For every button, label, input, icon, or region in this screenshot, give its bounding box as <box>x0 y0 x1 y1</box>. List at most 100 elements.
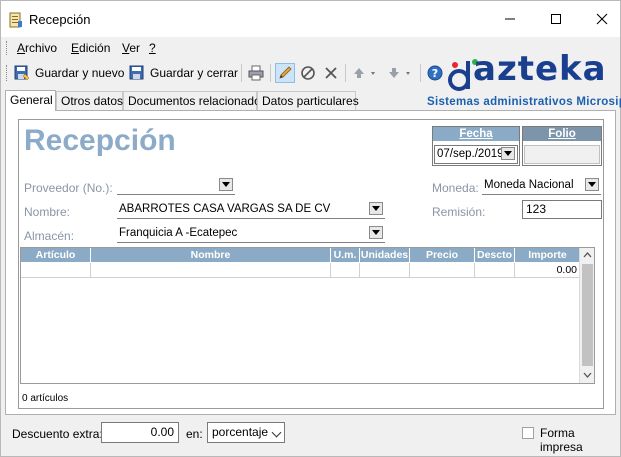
chevron-down-icon[interactable] <box>369 202 383 215</box>
arrow-up-icon <box>354 68 375 78</box>
help-icon: ? <box>427 65 443 81</box>
table-row[interactable]: 0.00 <box>21 263 582 278</box>
en-label: en: <box>186 427 203 441</box>
menu-ver[interactable]: Ver <box>122 41 140 55</box>
col-unidades[interactable]: Unidades <box>360 248 410 262</box>
fecha-box: Fecha 07/sep./2019 <box>432 126 520 166</box>
edit-button[interactable] <box>275 63 295 83</box>
menu-ayuda[interactable]: ? <box>149 41 156 55</box>
general-panel: Recepción Fecha 07/sep./2019 Folio Prove… <box>5 110 616 415</box>
cancel-button[interactable] <box>298 63 318 83</box>
toolbar-separator <box>270 64 271 82</box>
scroll-thumb[interactable] <box>582 264 593 366</box>
tab-otros-datos[interactable]: Otros datos <box>56 91 123 110</box>
move-down-button[interactable] <box>385 63 415 83</box>
menu-archivo[interactable]: Archivo <box>17 41 57 55</box>
chevron-down-icon[interactable] <box>501 147 515 160</box>
help-button[interactable]: ? <box>425 63 445 83</box>
descuento-label: Descuento extra: <box>12 427 103 441</box>
toolbar-separator <box>420 64 421 82</box>
save-close-icon <box>129 65 144 80</box>
forma-impresa-checkbox[interactable] <box>522 427 534 439</box>
descuento-input[interactable]: 0.00 <box>101 422 179 443</box>
col-um[interactable]: U.m. <box>331 248 360 262</box>
proveedor-field[interactable] <box>117 177 235 195</box>
cancel-icon <box>301 66 315 80</box>
toolbar-grip <box>6 65 9 81</box>
arrow-down-icon <box>389 68 410 78</box>
menu-grip <box>6 41 9 55</box>
forma-impresa-label: Forma impresa <box>540 426 583 454</box>
col-importe[interactable]: Importe <box>515 248 580 262</box>
folio-box: Folio <box>522 126 602 166</box>
chevron-down-icon[interactable] <box>585 178 599 191</box>
cell-descto[interactable] <box>475 263 515 278</box>
scroll-up-icon[interactable] <box>583 251 592 260</box>
svg-text:?: ? <box>432 67 438 80</box>
grid-scrollbar[interactable] <box>579 248 594 383</box>
nombre-field[interactable]: ABARROTES CASA VARGAS SA DE CV <box>117 201 385 219</box>
nombre-label: Nombre: <box>24 205 71 219</box>
tab-general[interactable]: General <box>5 90 56 111</box>
save-new-label: Guardar y nuevo <box>35 66 125 80</box>
remision-label: Remisión: <box>432 205 486 219</box>
en-value: porcentaje <box>212 425 269 439</box>
save-close-button[interactable]: Guardar y cerrar <box>128 63 238 83</box>
folio-field <box>524 145 600 164</box>
chevron-down-icon[interactable] <box>219 178 233 191</box>
delete-button[interactable] <box>321 63 341 83</box>
moneda-field[interactable]: Moneda Nacional <box>482 177 601 195</box>
tab-documentos-relacionados[interactable]: Documentos relacionados <box>123 91 267 110</box>
remision-input[interactable]: 123 <box>522 200 602 219</box>
fecha-value: 07/sep./2019 <box>437 148 504 160</box>
logo-brand: azteka <box>473 49 607 89</box>
close-icon <box>596 13 608 25</box>
moneda-value: Moneda Nacional <box>484 179 574 191</box>
almacen-label: Almacén: <box>24 229 75 243</box>
close-button[interactable] <box>579 1 621 37</box>
en-select[interactable]: porcentaje <box>207 422 285 443</box>
maximize-button[interactable] <box>533 1 579 37</box>
window-title: Recepción <box>29 12 91 27</box>
menu-edicion[interactable]: Edición <box>71 41 110 55</box>
maximize-icon <box>551 14 561 24</box>
print-button[interactable] <box>246 63 266 83</box>
tab-datos-particulares[interactable]: Datos particulares <box>257 91 359 110</box>
cell-articulo[interactable] <box>21 263 91 278</box>
scroll-down-icon[interactable] <box>583 370 592 379</box>
almacen-field[interactable]: Franquicia A -Ecatepec <box>117 225 385 243</box>
article-count: 0 artículos <box>22 393 69 404</box>
save-new-button[interactable]: Guardar y nuevo <box>13 63 124 83</box>
fecha-label: Fecha <box>433 127 519 141</box>
col-nombre[interactable]: Nombre <box>91 248 331 262</box>
articles-grid: Artículo Nombre U.m. Unidades Precio Des… <box>20 247 595 384</box>
printer-icon <box>248 65 264 81</box>
cell-precio[interactable] <box>410 263 475 278</box>
minimize-button[interactable] <box>487 1 533 37</box>
almacen-value: Franquicia A -Ecatepec <box>119 227 238 239</box>
proveedor-label: Proveedor (No.): <box>24 181 113 195</box>
fecha-field[interactable]: 07/sep./2019 <box>434 145 518 164</box>
chevron-down-icon[interactable] <box>369 226 383 239</box>
cell-importe[interactable]: 0.00 <box>515 263 580 278</box>
close-icon <box>325 67 337 79</box>
logo-subtitle: Sistemas administrativos Microsip <box>427 96 621 108</box>
save-new-icon <box>14 65 30 81</box>
folio-label: Folio <box>523 127 601 141</box>
cell-nombre[interactable] <box>91 263 331 278</box>
toolbar-separator <box>241 64 242 82</box>
move-up-button[interactable] <box>350 63 380 83</box>
col-precio[interactable]: Precio <box>410 248 475 262</box>
cell-um[interactable] <box>331 263 360 278</box>
col-articulo[interactable]: Artículo <box>21 248 91 262</box>
minimize-icon <box>505 18 515 20</box>
pencil-icon <box>279 66 292 79</box>
form-area: Recepción Fecha 07/sep./2019 Folio Prove… <box>18 119 604 409</box>
grid-header: Artículo Nombre U.m. Unidades Precio Des… <box>21 248 582 262</box>
toolbar-separator <box>345 64 346 82</box>
save-close-label: Guardar y cerrar <box>150 66 239 80</box>
cell-unidades[interactable] <box>360 263 410 278</box>
nombre-value: ABARROTES CASA VARGAS SA DE CV <box>119 203 331 215</box>
app-icon <box>9 12 22 28</box>
col-descto[interactable]: Descto <box>475 248 515 262</box>
